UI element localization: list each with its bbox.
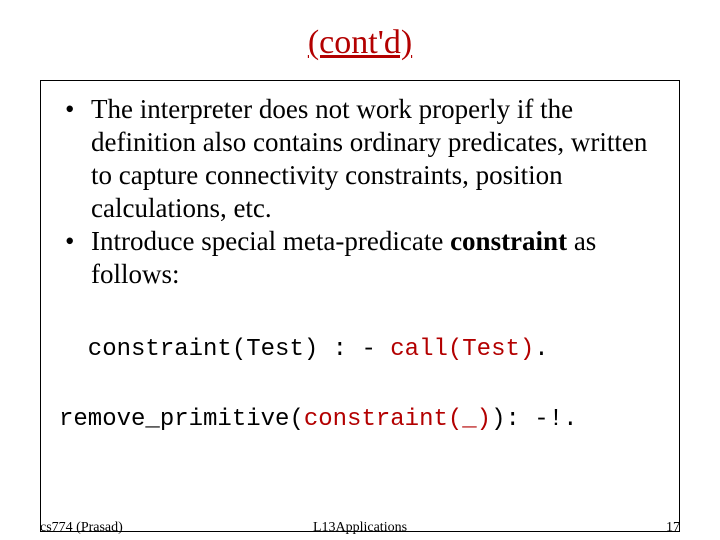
code1-call: call(Test) — [390, 336, 534, 363]
code2-post: ): -!. — [491, 406, 577, 433]
footer-page-number: 17 — [666, 520, 680, 536]
code1-pre: constraint(Test) : - — [59, 336, 390, 363]
code-line-2: remove_primitive(constraint(_)): -!. — [59, 403, 661, 438]
bullet2-prefix: Introduce special meta-predicate — [91, 226, 450, 256]
footer-center: L13Applications — [0, 520, 720, 536]
code-line-1: constraint(Test) : - call(Test). — [59, 333, 661, 368]
bullet-list: The interpreter does not work properly i… — [59, 93, 661, 291]
slide-title: (cont'd) — [0, 0, 720, 80]
code-block: constraint(Test) : - call(Test). remove_… — [59, 299, 661, 508]
slide: (cont'd) The interpreter does not work p… — [0, 0, 720, 540]
code2-mid: constraint(_) — [304, 406, 491, 433]
bullet-item-2: Introduce special meta-predicate constra… — [59, 225, 661, 291]
bullet2-bold: constraint — [450, 226, 567, 256]
code1-post: . — [534, 336, 548, 363]
bullet-item-1: The interpreter does not work properly i… — [59, 93, 661, 225]
content-box: The interpreter does not work properly i… — [40, 80, 680, 532]
code2-pre: remove_primitive( — [59, 406, 304, 433]
